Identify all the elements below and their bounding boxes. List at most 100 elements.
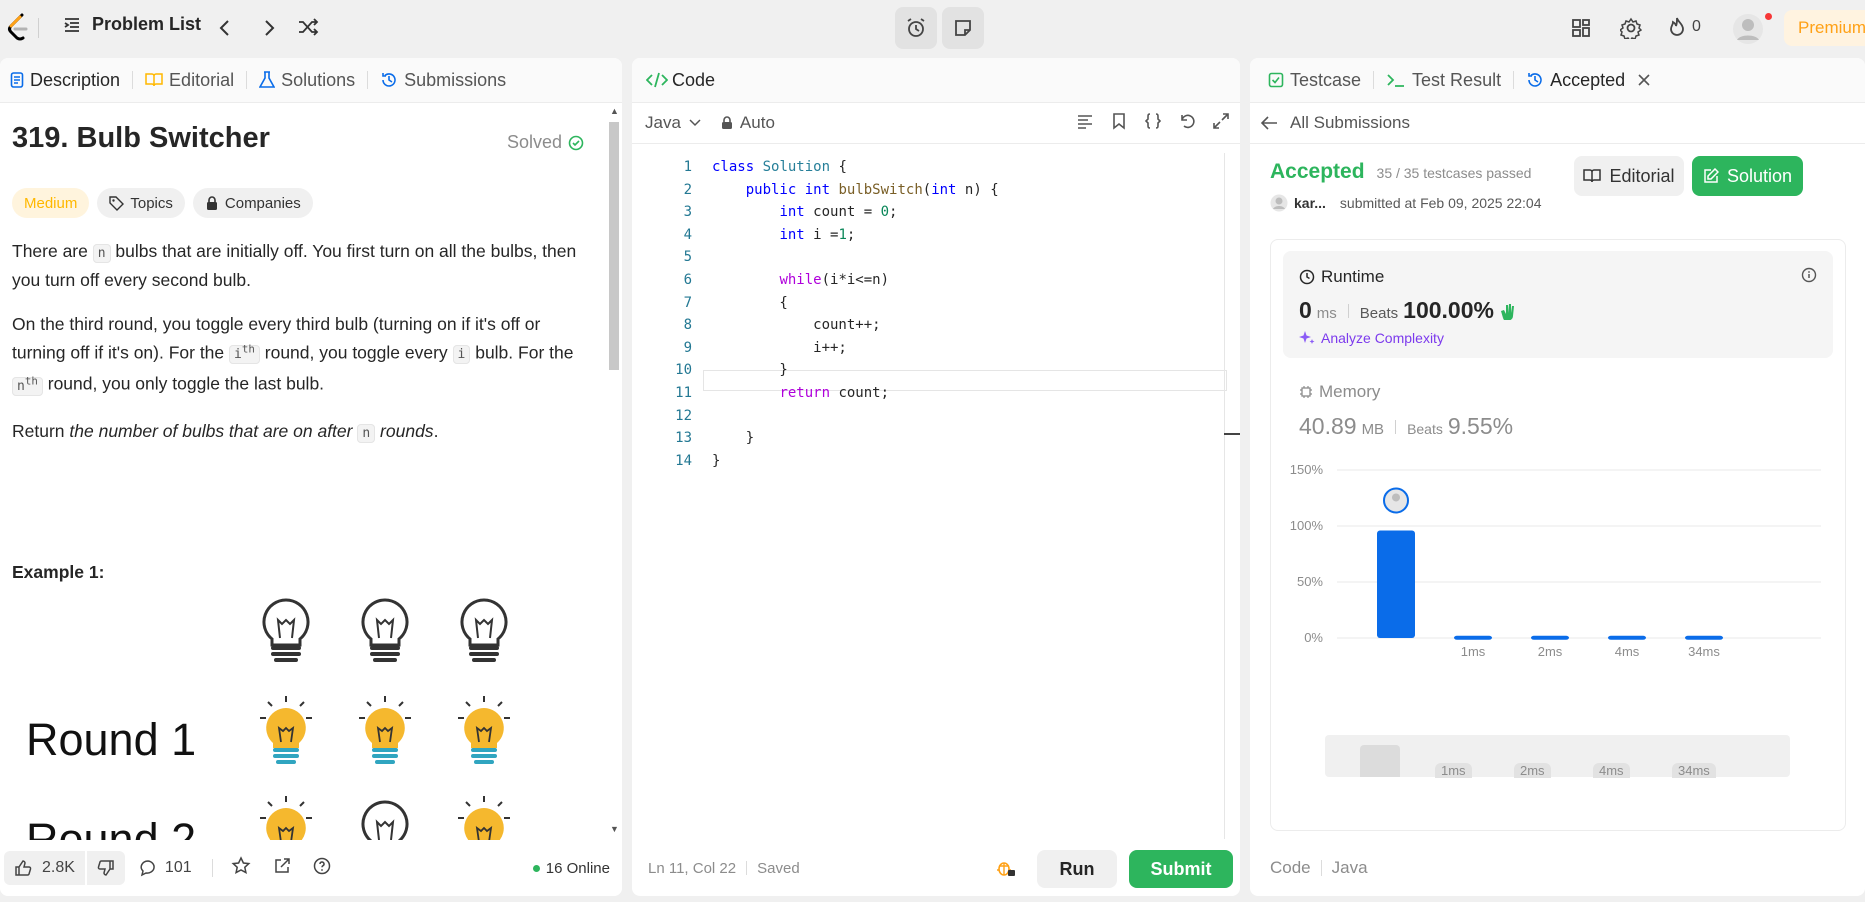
lock-icon <box>206 195 217 210</box>
chart-bar[interactable] <box>1685 635 1723 640</box>
chart-bar[interactable] <box>1454 635 1492 640</box>
like-button[interactable]: 2.8K <box>4 851 85 885</box>
top-navbar: Problem List 0 Premium <box>0 0 1865 56</box>
runtime-label: Runtime <box>1321 267 1385 286</box>
companies-button[interactable]: Companies <box>192 188 313 218</box>
beats-label: Beats <box>1359 305 1399 322</box>
chart-bar[interactable] <box>1608 635 1646 640</box>
star-icon <box>231 855 251 874</box>
tab-submissions[interactable]: Submissions <box>368 58 518 102</box>
tab-solutions[interactable]: Solutions <box>247 58 367 102</box>
favorite-button[interactable] <box>231 855 251 881</box>
minimap-label: 4ms <box>1593 763 1630 778</box>
thumbs-down-icon <box>97 860 114 876</box>
notes-button[interactable] <box>942 7 984 49</box>
topics-button[interactable]: Topics <box>97 188 185 218</box>
timer-button[interactable] <box>895 7 937 49</box>
user-avatar[interactable] <box>1732 13 1772 45</box>
next-problem-button[interactable] <box>262 18 276 38</box>
share-button[interactable] <box>273 857 291 880</box>
list-icon <box>64 17 79 32</box>
code-text: class Solution { <box>712 159 847 175</box>
tab-testcase[interactable]: Testcase <box>1250 58 1373 102</box>
cursor-position: Ln 11, Col 22 <box>648 859 737 877</box>
fullscreen-button[interactable] <box>1212 112 1230 135</box>
braces-icon <box>1144 112 1162 129</box>
document-icon <box>10 72 24 88</box>
round-label: Round 2 <box>26 814 197 840</box>
history-icon <box>1528 73 1542 87</box>
y-tick-label: 150% <box>1290 462 1324 477</box>
bookmark-button[interactable] <box>1110 112 1128 135</box>
leetcode-logo[interactable] <box>6 12 32 42</box>
debugger-button[interactable] <box>996 858 1016 882</box>
format-button[interactable] <box>1076 112 1094 135</box>
runtime-distribution-chart: 0% 50% 100% 150% 1ms 2ms 4ms 34ms <box>1290 462 1821 659</box>
tab-test-result[interactable]: Test Result <box>1374 58 1513 102</box>
info-icon[interactable] <box>1801 267 1817 283</box>
text: round, you toggle every <box>259 342 453 363</box>
run-button[interactable]: Run <box>1037 850 1117 888</box>
analyze-complexity-button[interactable]: Analyze Complexity <box>1299 330 1444 346</box>
premium-button[interactable]: Premium <box>1784 10 1865 46</box>
round-label: Round 1 <box>26 714 197 765</box>
back-to-submissions[interactable]: All Submissions <box>1260 113 1410 133</box>
language-select[interactable]: Java <box>645 113 701 133</box>
stats-card: Runtime 0 ms Beats 100.00% Analyze Compl… <box>1270 239 1846 831</box>
tab-description[interactable]: Description <box>0 58 132 102</box>
x-tick-label: 1ms <box>1461 644 1486 659</box>
chart-bar[interactable] <box>1377 530 1415 638</box>
editorial-button[interactable]: Editorial <box>1574 156 1684 196</box>
help-button[interactable] <box>313 857 331 880</box>
code-text: int count = 0; <box>779 204 898 221</box>
scroll-down-arrow[interactable]: ▼ <box>610 824 619 834</box>
tab-accepted[interactable]: Accepted <box>1514 58 1663 102</box>
comments-button[interactable]: 101 <box>139 859 192 877</box>
notification-dot <box>1765 13 1772 20</box>
auto-mode[interactable]: Auto <box>721 113 775 133</box>
line-number: 14 <box>675 452 692 469</box>
scroll-up-arrow[interactable]: ▲ <box>610 106 619 116</box>
close-icon[interactable] <box>1637 73 1651 87</box>
submit-button[interactable]: Submit <box>1129 850 1233 888</box>
chart-bar[interactable] <box>1531 635 1569 640</box>
line-number: 4 <box>683 226 692 243</box>
scroll-indicator <box>1224 433 1240 435</box>
flame-icon <box>1670 17 1684 36</box>
code-text: public int bulbSwitch(int n) { <box>745 181 999 198</box>
tab-submissions-label: Submissions <box>404 69 507 90</box>
runtime-card[interactable]: Runtime 0 ms Beats 100.00% Analyze Compl… <box>1283 251 1833 358</box>
undo-icon <box>1181 114 1195 128</box>
solution-button-label: Solution <box>1726 165 1793 186</box>
memory-header[interactable]: Memory <box>1299 382 1380 402</box>
code-line: 14} <box>632 453 1222 476</box>
code-line: 4 int i =1; <box>632 227 1222 250</box>
random-problem-button[interactable] <box>297 17 319 37</box>
layout-button[interactable] <box>1570 17 1592 39</box>
prev-problem-button[interactable] <box>218 18 232 38</box>
book-icon <box>1583 169 1602 183</box>
code-line: 2 public int bulbSwitch(int n) { <box>632 182 1222 205</box>
settings-button[interactable] <box>1620 17 1642 39</box>
solution-button[interactable]: Solution <box>1692 156 1803 196</box>
description-content: 319. Bulb Switcher Solved Medium Topics … <box>12 102 590 840</box>
tab-editorial[interactable]: Editorial <box>133 58 246 102</box>
code-text: return count; <box>779 384 890 401</box>
code-editor[interactable]: 1 class Solution { 2 public int bulbSwitc… <box>632 153 1240 839</box>
chart-range-slider[interactable]: 1ms 2ms 4ms 34ms <box>1325 735 1790 778</box>
range-handle[interactable] <box>1360 745 1400 777</box>
verdict-label: Accepted <box>1270 160 1365 183</box>
problem-list-button[interactable]: Problem List <box>62 14 201 35</box>
text: There are <box>12 241 93 261</box>
reset-button[interactable] <box>1178 112 1196 135</box>
scrollbar-thumb[interactable] <box>609 122 619 370</box>
sparkle-icon <box>1299 331 1315 344</box>
problem-title[interactable]: 319. Bulb Switcher <box>12 122 270 155</box>
memory-value: 40.89 <box>1299 413 1357 439</box>
streak-counter[interactable]: 0 <box>1668 16 1701 38</box>
editor-status-bar: Ln 11, Col 22 Saved Run Submit <box>632 840 1240 896</box>
dislike-button[interactable] <box>86 851 125 885</box>
username[interactable]: kar... <box>1294 195 1326 211</box>
scrollbar[interactable]: ▲ ▼ <box>606 102 622 840</box>
braces-button[interactable] <box>1144 112 1162 135</box>
